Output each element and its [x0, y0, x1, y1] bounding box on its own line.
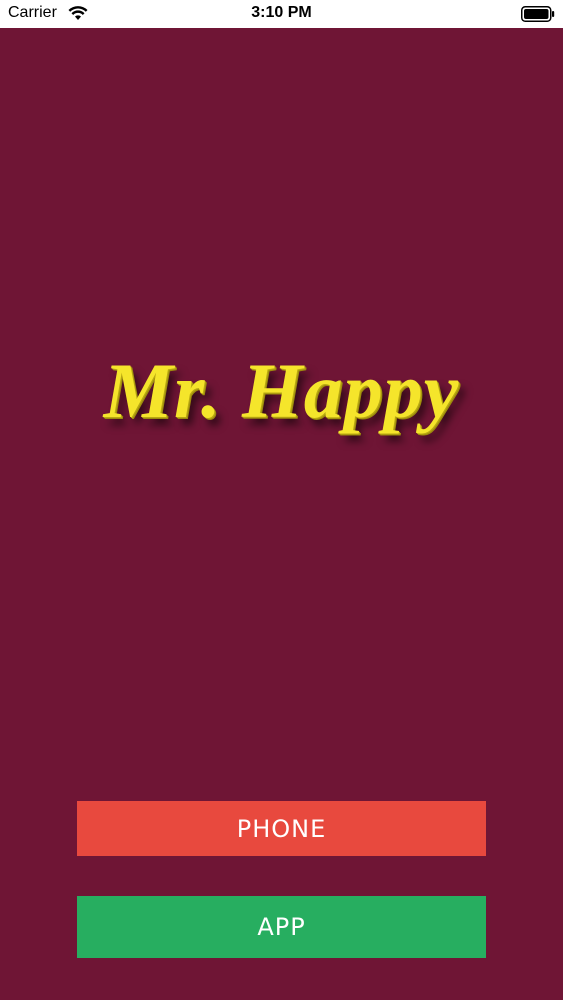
battery-icon: [521, 6, 555, 22]
status-bar: Carrier 3:10 PM: [0, 0, 563, 28]
app-button[interactable]: APP: [77, 896, 486, 958]
status-time: 3:10 PM: [251, 4, 312, 21]
phone-button-label: PHONE: [236, 814, 327, 843]
main-content: Mr. Happy PHONE APP: [0, 28, 563, 1000]
phone-button[interactable]: PHONE: [77, 801, 486, 856]
app-button-label: APP: [257, 913, 306, 941]
app-screen: Carrier 3:10 PM Mr. Happy PHONE APP: [0, 0, 563, 1000]
brand-logo-text: Mr. Happy: [103, 347, 460, 434]
